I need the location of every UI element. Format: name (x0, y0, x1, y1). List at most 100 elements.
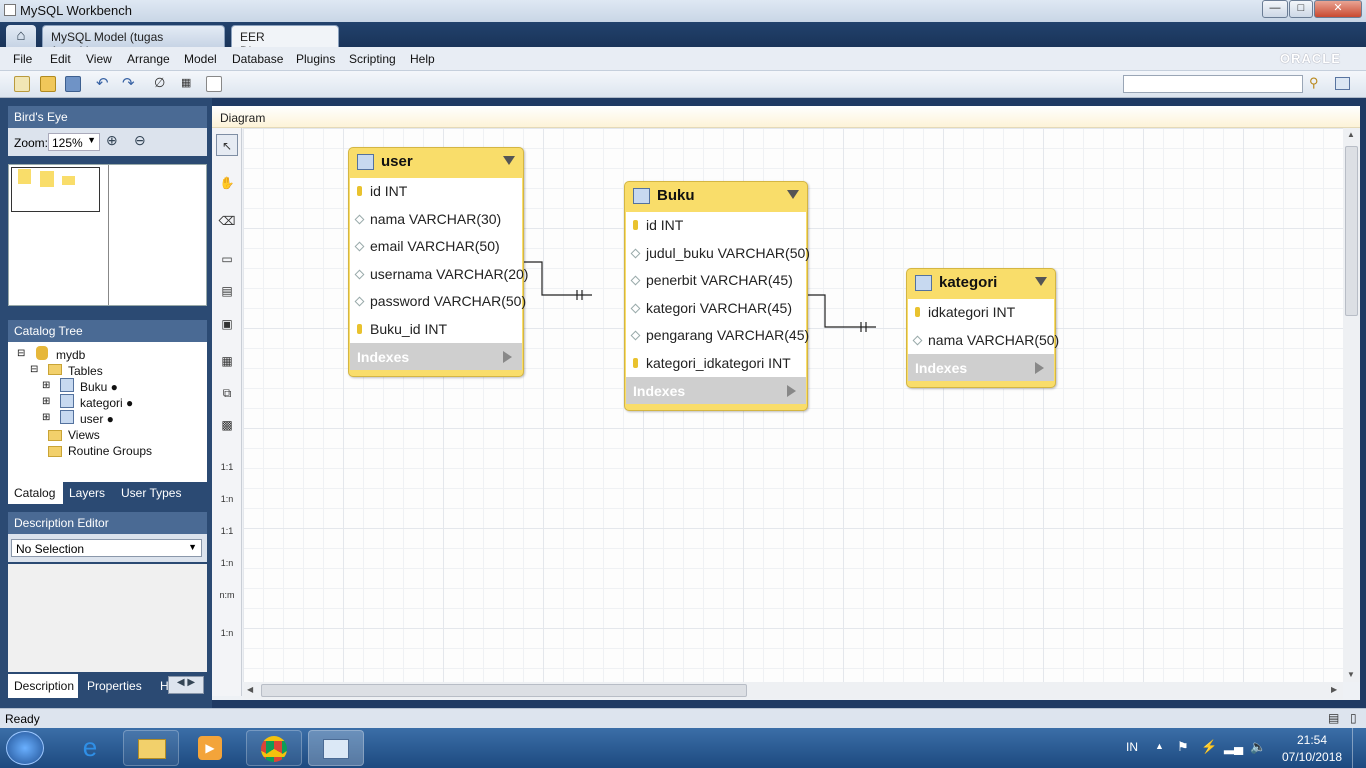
hand-tool-icon[interactable]: ✋ (216, 172, 238, 194)
expand-icon[interactable]: ⊞ (42, 396, 50, 407)
tab-catalog[interactable]: Catalog (8, 482, 63, 504)
column-row[interactable]: idkategori INT (908, 299, 1054, 327)
vertical-scroll-thumb[interactable] (1345, 146, 1358, 316)
select-tool-icon[interactable]: ↖ (216, 134, 238, 156)
new-diagram-icon[interactable] (206, 76, 222, 92)
menu-scripting[interactable]: Scripting (349, 52, 396, 66)
column-row[interactable]: id INT (626, 212, 806, 240)
mysql-workbench-taskbar-icon[interactable] (308, 730, 364, 766)
show-desktop-button[interactable] (1352, 728, 1366, 768)
tree-item-user[interactable]: user ● (80, 412, 114, 426)
tables-folder[interactable]: Tables (68, 364, 103, 378)
expand-icon[interactable]: ⊞ (42, 380, 50, 391)
collapse-arrow-icon[interactable] (1035, 277, 1047, 286)
tab-user-types[interactable]: User Types (121, 486, 181, 500)
menu-edit[interactable]: Edit (50, 52, 71, 66)
menu-view[interactable]: View (86, 52, 112, 66)
diagram-canvas[interactable]: user id INT nama VARCHAR(30) email VARCH… (243, 128, 1343, 682)
tab-eer-diagram[interactable]: EER Diagram✕ (231, 25, 339, 58)
redo-icon[interactable]: ↷ (122, 74, 135, 92)
column-row[interactable]: password VARCHAR(50) (350, 288, 526, 316)
zoom-select[interactable]: 125% ▼ (48, 133, 100, 151)
minimize-button[interactable]: — (1262, 0, 1288, 18)
birds-eye-view[interactable] (8, 164, 207, 306)
image-tool-icon[interactable]: ▣ (216, 313, 238, 335)
selection-select[interactable]: No Selection ▼ (11, 539, 202, 557)
collapse-icon[interactable]: ⊟ (17, 348, 25, 359)
table-user[interactable]: user id INT nama VARCHAR(30) email VARCH… (348, 147, 528, 377)
column-row[interactable]: kategori VARCHAR(45) (626, 295, 806, 323)
views-folder[interactable]: Views (68, 428, 100, 442)
layer-tool-icon[interactable]: ▭ (216, 248, 238, 270)
tab-description[interactable]: Description (8, 674, 78, 698)
column-row[interactable]: nama VARCHAR(50) (908, 327, 1059, 355)
routine-group-tool-icon[interactable]: ▩ (216, 414, 238, 436)
column-row[interactable]: email VARCHAR(50) (350, 233, 522, 261)
save-icon[interactable] (65, 76, 81, 92)
tab-properties[interactable]: Properties (87, 679, 142, 693)
indexes-section[interactable]: Indexes (908, 354, 1054, 381)
horizontal-scrollbar[interactable]: ◀ ▶ (243, 682, 1343, 699)
schema-mydb[interactable]: mydb (56, 348, 85, 362)
scroll-up-icon[interactable]: ▲ (1347, 130, 1355, 139)
menu-file[interactable]: File (13, 52, 32, 66)
tab-mysql-model[interactable]: MySQL Model (tugas 1.mwb)✕ (42, 25, 225, 58)
toggle-sidebar-icon[interactable] (1335, 77, 1350, 90)
file-explorer-icon[interactable] (123, 730, 179, 766)
table-tool-icon[interactable]: ▦ (216, 350, 238, 372)
scroll-down-icon[interactable]: ▼ (1347, 670, 1355, 679)
tree-item-buku[interactable]: Buku ● (80, 380, 118, 394)
output-panel-icon[interactable]: ▤ (1328, 711, 1339, 725)
collapse-icon[interactable]: ⊟ (30, 364, 38, 375)
network-icon[interactable]: ▂▄ (1224, 739, 1243, 755)
table-header[interactable]: kategori (907, 269, 1055, 299)
view-tool-icon[interactable]: ⧉ (216, 382, 238, 404)
chrome-icon[interactable] (246, 730, 302, 766)
vertical-scrollbar[interactable]: ▲ ▼ (1343, 128, 1360, 682)
menu-database[interactable]: Database (232, 52, 283, 66)
relationship-1-1-tool[interactable]: 1:1 (216, 456, 238, 478)
column-row[interactable]: id INT (350, 178, 522, 206)
expand-icon[interactable]: ⊞ (42, 412, 50, 423)
tree-item-kategori[interactable]: kategori ● (80, 396, 133, 410)
language-indicator[interactable]: IN (1126, 740, 1138, 754)
toggle-grid-icon[interactable]: ∅ (154, 75, 165, 91)
menu-help[interactable]: Help (410, 52, 435, 66)
collapse-arrow-icon[interactable] (787, 190, 799, 199)
media-player-icon[interactable]: ▶ (184, 730, 240, 766)
menu-arrange[interactable]: Arrange (127, 52, 170, 66)
column-row[interactable]: kategori_idkategori INT (626, 350, 806, 378)
relationship-n-m-tool[interactable]: n:m (216, 584, 238, 606)
routine-groups-folder[interactable]: Routine Groups (68, 444, 152, 458)
tab-scroll-arrows[interactable]: ◀ ▶ (168, 676, 204, 694)
menu-plugins[interactable]: Plugins (296, 52, 335, 66)
align-grid-icon[interactable]: ▦ (181, 76, 191, 89)
eraser-tool-icon[interactable]: ⌫ (216, 210, 238, 232)
zoom-out-icon[interactable]: ⊖ (134, 132, 146, 149)
column-row[interactable]: judul_buku VARCHAR(50) (626, 240, 810, 268)
table-buku[interactable]: Buku id INT judul_buku VARCHAR(50) pener… (624, 181, 810, 411)
new-file-icon[interactable] (14, 76, 30, 92)
column-row[interactable]: penerbit VARCHAR(45) (626, 267, 806, 295)
relationship-1-1-id-tool[interactable]: 1:1 (216, 520, 238, 542)
show-hidden-icons[interactable]: ▲ (1155, 741, 1164, 751)
home-icon[interactable]: ⌂ (6, 25, 36, 47)
relationship-existing-tool[interactable]: 1:n (216, 622, 238, 644)
column-row[interactable]: pengarang VARCHAR(45) (626, 322, 809, 350)
volume-icon[interactable]: 🔈 (1250, 739, 1266, 755)
close-window-button[interactable]: ✕ (1314, 0, 1362, 18)
internet-explorer-icon[interactable]: e (62, 730, 118, 766)
table-kategori[interactable]: kategori idkategori INT nama VARCHAR(50)… (906, 268, 1059, 388)
column-row[interactable]: Buku_id INT (350, 316, 522, 344)
column-row[interactable]: nama VARCHAR(30) (350, 206, 522, 234)
table-header[interactable]: Buku (625, 182, 807, 212)
clock-time[interactable]: 21:54 (1297, 733, 1327, 747)
expand-arrow-icon[interactable] (503, 351, 512, 363)
collapse-arrow-icon[interactable] (503, 156, 515, 165)
horizontal-scroll-thumb[interactable] (261, 684, 747, 697)
expand-arrow-icon[interactable] (787, 385, 796, 397)
clock-date[interactable]: 07/10/2018 (1282, 750, 1342, 764)
column-row[interactable]: usernama VARCHAR(20) (350, 261, 528, 289)
description-textarea[interactable] (8, 564, 207, 672)
tab-layers[interactable]: Layers (69, 486, 105, 500)
